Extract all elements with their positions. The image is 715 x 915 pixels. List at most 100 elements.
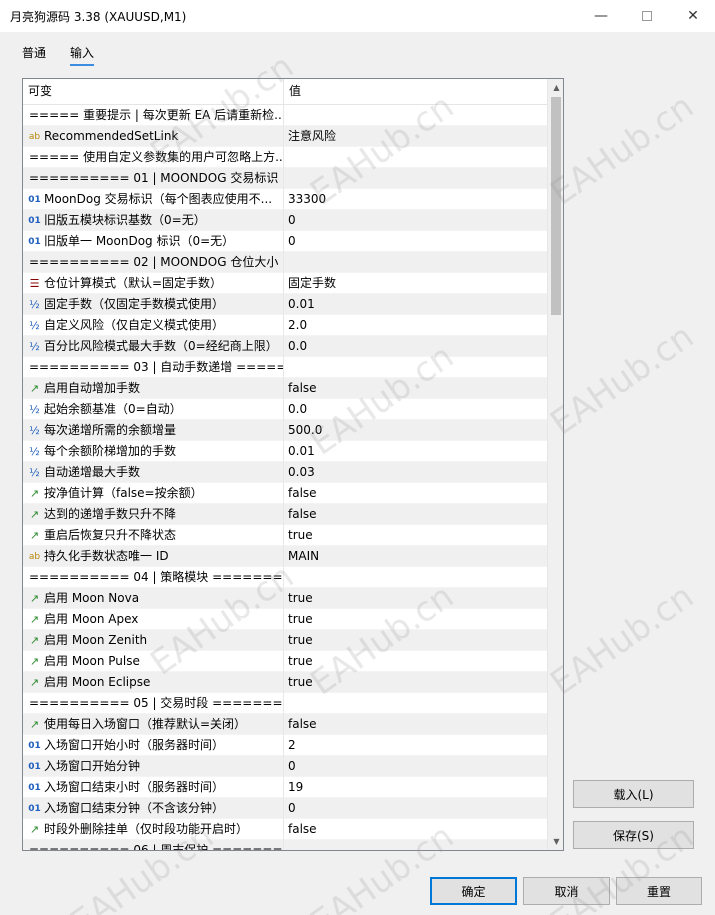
row-value[interactable]: 2.0 bbox=[283, 315, 547, 336]
row-name: 每次递增所需的余额增量 bbox=[44, 423, 177, 437]
row-value[interactable]: false bbox=[283, 714, 547, 735]
table-row[interactable]: ===== 重要提示 | 每次更新 EA 后请重新检... bbox=[23, 105, 547, 126]
row-value[interactable]: false bbox=[283, 819, 547, 840]
row-value[interactable]: MAIN bbox=[283, 546, 547, 567]
reset-button[interactable]: 重置 bbox=[616, 877, 702, 905]
row-value[interactable]: 注意风险 bbox=[283, 126, 547, 147]
row-value[interactable] bbox=[283, 168, 547, 189]
row-value[interactable]: 0 bbox=[283, 210, 547, 231]
row-name-cell: ½ 百分比风险模式最大手数（0=经纪商上限） bbox=[23, 336, 283, 357]
table-row[interactable]: ↗ 启用 Moon Nova true bbox=[23, 588, 547, 609]
row-name-cell: ☰ 仓位计算模式（默认=固定手数） bbox=[23, 273, 283, 294]
row-value[interactable]: 0 bbox=[283, 231, 547, 252]
table-row[interactable]: ========== 02 | MOONDOG 仓位大小 ... bbox=[23, 252, 547, 273]
row-value[interactable] bbox=[283, 105, 547, 126]
row-name-cell: ab 持久化手数状态唯一 ID bbox=[23, 546, 283, 567]
row-value[interactable]: true bbox=[283, 609, 547, 630]
table-row[interactable]: ↗ 启用自动增加手数 false bbox=[23, 378, 547, 399]
row-name: 仓位计算模式（默认=固定手数） bbox=[44, 276, 223, 290]
table-row[interactable]: ½ 百分比风险模式最大手数（0=经纪商上限） 0.0 bbox=[23, 336, 547, 357]
table-row[interactable]: ½ 自定义风险（仅自定义模式使用） 2.0 bbox=[23, 315, 547, 336]
table-row[interactable]: ========== 06 | 周末保护 ========= bbox=[23, 840, 547, 850]
table-row[interactable]: ab 持久化手数状态唯一 ID MAIN bbox=[23, 546, 547, 567]
table-row[interactable]: ↗ 重启后恢复只升不降状态 true bbox=[23, 525, 547, 546]
minimize-button[interactable]: — bbox=[578, 0, 624, 32]
table-row[interactable]: 01 入场窗口开始分钟 0 bbox=[23, 756, 547, 777]
row-value[interactable]: true bbox=[283, 672, 547, 693]
row-value[interactable]: 0.01 bbox=[283, 294, 547, 315]
table-row[interactable]: 01 入场窗口结束分钟（不含该分钟） 0 bbox=[23, 798, 547, 819]
save-button[interactable]: 保存(S) bbox=[573, 821, 694, 849]
close-icon: ✕ bbox=[687, 8, 699, 24]
inputs-table: 可变 值 ===== 重要提示 | 每次更新 EA 后请重新检... ab Reco… bbox=[22, 78, 564, 851]
row-name: 启用 Moon Apex bbox=[44, 612, 139, 626]
row-value[interactable]: 2 bbox=[283, 735, 547, 756]
load-button[interactable]: 载入(L) bbox=[573, 780, 694, 808]
tab-inputs[interactable]: 输入 bbox=[70, 44, 95, 66]
scroll-up-button[interactable]: ▲ bbox=[548, 79, 563, 96]
row-value[interactable]: false bbox=[283, 378, 547, 399]
table-row[interactable]: ½ 每个余额阶梯增加的手数 0.01 bbox=[23, 441, 547, 462]
table-row[interactable]: ↗ 使用每日入场窗口（推荐默认=关闭） false bbox=[23, 714, 547, 735]
table-row[interactable]: 01 入场窗口开始小时（服务器时间） 2 bbox=[23, 735, 547, 756]
row-value[interactable]: 500.0 bbox=[283, 420, 547, 441]
scroll-down-button[interactable]: ▼ bbox=[548, 833, 563, 850]
maximize-icon bbox=[642, 11, 652, 21]
table-row[interactable]: 01 旧版五模块标识基数（0=无） 0 bbox=[23, 210, 547, 231]
row-value[interactable] bbox=[283, 252, 547, 273]
row-name: 启用自动增加手数 bbox=[44, 381, 141, 395]
tab-general[interactable]: 普通 bbox=[22, 44, 46, 61]
row-value[interactable]: 19 bbox=[283, 777, 547, 798]
table-row[interactable]: ↗ 启用 Moon Apex true bbox=[23, 609, 547, 630]
row-value[interactable]: false bbox=[283, 483, 547, 504]
table-row[interactable]: ========== 04 | 策略模块 =========... bbox=[23, 567, 547, 588]
row-value[interactable]: true bbox=[283, 651, 547, 672]
row-value[interactable]: 0.0 bbox=[283, 336, 547, 357]
table-row[interactable]: ↗ 达到的递增手数只升不降 false bbox=[23, 504, 547, 525]
ok-button[interactable]: 确定 bbox=[430, 877, 517, 905]
table-row[interactable]: ½ 每次递增所需的余额增量 500.0 bbox=[23, 420, 547, 441]
row-value[interactable] bbox=[283, 840, 547, 850]
table-row[interactable]: ↗ 启用 Moon Pulse true bbox=[23, 651, 547, 672]
row-name-cell: ↗ 重启后恢复只升不降状态 bbox=[23, 525, 283, 546]
table-row[interactable]: ½ 起始余额基准（0=自动） 0.0 bbox=[23, 399, 547, 420]
row-value[interactable]: 0.01 bbox=[283, 441, 547, 462]
divider bbox=[0, 866, 715, 867]
vertical-scrollbar[interactable]: ▲ ▼ bbox=[547, 79, 563, 850]
row-value[interactable]: 0.0 bbox=[283, 399, 547, 420]
table-row[interactable]: ↗ 启用 Moon Eclipse true bbox=[23, 672, 547, 693]
row-value[interactable]: 0 bbox=[283, 756, 547, 777]
row-value[interactable]: 33300 bbox=[283, 189, 547, 210]
row-value[interactable] bbox=[283, 693, 547, 714]
row-value[interactable]: 固定手数 bbox=[283, 273, 547, 294]
maximize-button[interactable] bbox=[624, 0, 670, 32]
row-value[interactable]: true bbox=[283, 630, 547, 651]
close-button[interactable]: ✕ bbox=[670, 0, 715, 32]
table-row[interactable]: ↗ 时段外删除挂单（仅时段功能开启时） false bbox=[23, 819, 547, 840]
table-row[interactable]: ab RecommendedSetLink 注意风险 bbox=[23, 126, 547, 147]
column-header-variable[interactable]: 可变 bbox=[23, 79, 283, 105]
row-value[interactable]: false bbox=[283, 504, 547, 525]
row-value[interactable] bbox=[283, 567, 547, 588]
table-row[interactable]: ½ 固定手数（仅固定手数模式使用） 0.01 bbox=[23, 294, 547, 315]
column-header-value[interactable]: 值 bbox=[283, 79, 547, 105]
row-value[interactable]: 0.03 bbox=[283, 462, 547, 483]
table-row[interactable]: ========== 03 | 自动手数递增 ======... bbox=[23, 357, 547, 378]
cancel-button[interactable]: 取消 bbox=[523, 877, 610, 905]
table-row[interactable]: ½ 自动递增最大手数 0.03 bbox=[23, 462, 547, 483]
table-row[interactable]: ☰ 仓位计算模式（默认=固定手数） 固定手数 bbox=[23, 273, 547, 294]
table-row[interactable]: ↗ 启用 Moon Zenith true bbox=[23, 630, 547, 651]
scrollbar-thumb[interactable] bbox=[551, 97, 561, 315]
table-row[interactable]: 01 MoonDog 交易标识（每个图表应使用不... 33300 bbox=[23, 189, 547, 210]
row-value[interactable] bbox=[283, 147, 547, 168]
table-row[interactable]: 01 入场窗口结束小时（服务器时间） 19 bbox=[23, 777, 547, 798]
row-value[interactable] bbox=[283, 357, 547, 378]
row-value[interactable]: 0 bbox=[283, 798, 547, 819]
table-row[interactable]: 01 旧版单一 MoonDog 标识（0=无） 0 bbox=[23, 231, 547, 252]
table-row[interactable]: ========== 01 | MOONDOG 交易标识 ... bbox=[23, 168, 547, 189]
table-row[interactable]: ↗ 按净值计算（false=按余额） false bbox=[23, 483, 547, 504]
row-value[interactable]: true bbox=[283, 588, 547, 609]
table-row[interactable]: ========== 05 | 交易时段 =========... bbox=[23, 693, 547, 714]
row-value[interactable]: true bbox=[283, 525, 547, 546]
table-row[interactable]: ===== 使用自定义参数集的用户可忽略上方... bbox=[23, 147, 547, 168]
